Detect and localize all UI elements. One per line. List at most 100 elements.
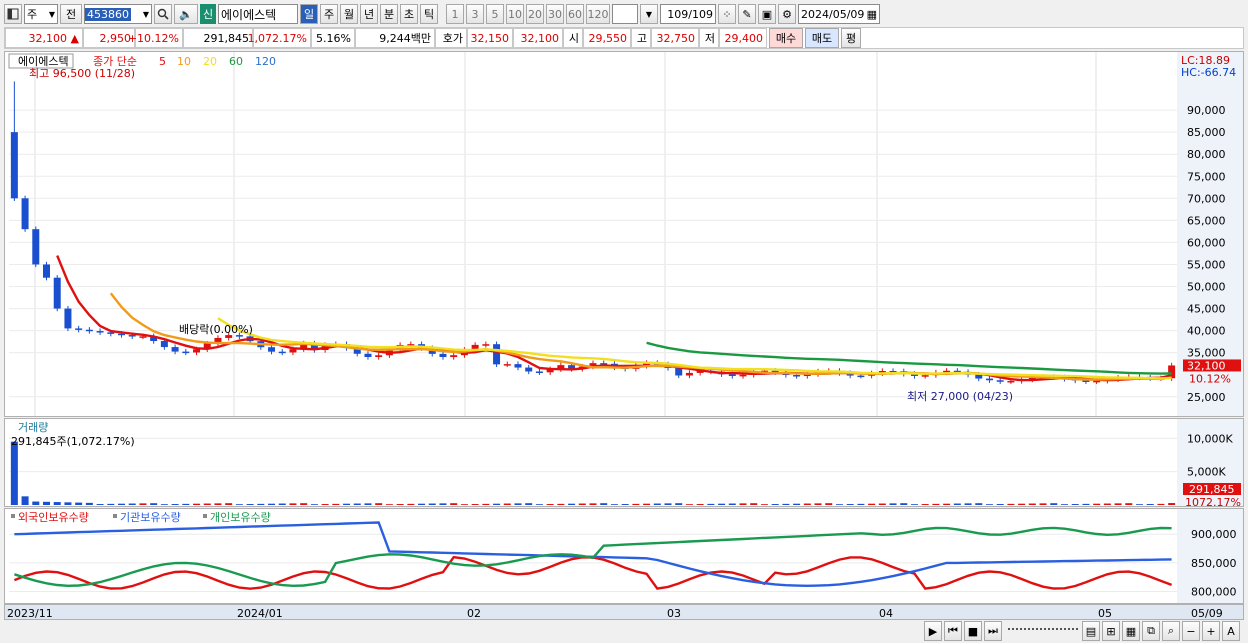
code-input[interactable]: 453860 ▼ bbox=[84, 4, 152, 24]
holdings-legend-0: 외국인보유수량 bbox=[18, 511, 89, 524]
volume-bar bbox=[889, 503, 897, 505]
layout-icon[interactable]: ▤ bbox=[1082, 621, 1100, 641]
new-badge: 신 bbox=[200, 4, 216, 24]
candle bbox=[482, 344, 490, 346]
chevron-down-icon[interactable]: ▼ bbox=[640, 4, 658, 24]
minute-30[interactable]: 30 bbox=[546, 4, 564, 24]
x-label: 2023/11 bbox=[7, 607, 53, 620]
candle bbox=[996, 380, 1004, 382]
count-field[interactable]: 109/109 bbox=[660, 4, 716, 24]
draw-icon[interactable]: ✎ bbox=[738, 4, 756, 24]
rewind-icon[interactable]: ⏮ bbox=[944, 621, 962, 641]
volume-bar bbox=[321, 504, 329, 505]
scroll-right-icon[interactable]: ▶ bbox=[924, 621, 942, 641]
unit-1[interactable]: 주 bbox=[320, 4, 338, 24]
candle bbox=[171, 347, 179, 352]
minute-120[interactable]: 120 bbox=[586, 4, 610, 24]
volume-bar bbox=[718, 503, 726, 505]
minute-20[interactable]: 20 bbox=[526, 4, 544, 24]
window-icon[interactable] bbox=[4, 4, 22, 24]
candle bbox=[535, 371, 543, 373]
y-tick-label: 75,000 bbox=[1187, 170, 1226, 183]
minute-3[interactable]: 3 bbox=[466, 4, 484, 24]
unit-6[interactable]: 틱 bbox=[420, 4, 438, 24]
volume-bar bbox=[64, 502, 72, 505]
candle bbox=[32, 229, 40, 265]
volume-bar bbox=[632, 503, 640, 505]
dots-icon[interactable]: ⁘ bbox=[718, 4, 736, 24]
volume-bar bbox=[600, 503, 608, 505]
ma-legend-5: 5 bbox=[159, 55, 166, 68]
volume-chart[interactable]: 10,000K 5,000K 거래량291,845주(1,072.17%) 291,8… bbox=[5, 419, 1244, 507]
volume-bar bbox=[493, 503, 501, 505]
candle bbox=[118, 333, 126, 336]
volume-bar bbox=[43, 501, 51, 505]
crosshair-icon[interactable]: ⊞ bbox=[1102, 621, 1120, 641]
speaker-icon[interactable]: 🔈 bbox=[174, 4, 198, 24]
grid-icon[interactable]: ▦ bbox=[1122, 621, 1140, 641]
candle bbox=[289, 349, 297, 353]
minute-60[interactable]: 60 bbox=[566, 4, 584, 24]
calendar-icon: ▦ bbox=[866, 7, 877, 21]
volume-bar bbox=[107, 503, 115, 505]
y-tick-label: 55,000 bbox=[1187, 258, 1226, 271]
low-value: 29,400 bbox=[719, 28, 767, 48]
unit-4[interactable]: 분 bbox=[380, 4, 398, 24]
volume-bar bbox=[1018, 503, 1026, 505]
volume-bar bbox=[589, 503, 597, 505]
sell-button[interactable]: 매도 bbox=[805, 28, 839, 48]
plus-icon[interactable]: + bbox=[1202, 621, 1220, 641]
save-icon[interactable]: ▣ bbox=[758, 4, 776, 24]
volume-bar bbox=[343, 503, 351, 505]
volume-bar bbox=[1093, 503, 1101, 505]
volume-panel: 10,000K 5,000K 거래량 291,845주(1,072.17%) 291,8… bbox=[4, 418, 1244, 507]
y-tick-label: 70,000 bbox=[1187, 192, 1226, 205]
eval-button[interactable]: 평 bbox=[841, 28, 861, 48]
ma-legend-10: 10 bbox=[177, 55, 191, 68]
holdings-legend-2: 개인보유수량 bbox=[210, 511, 271, 524]
volume-bar bbox=[482, 503, 490, 505]
x-label: 05 bbox=[1098, 607, 1112, 620]
volume-bar bbox=[1039, 503, 1047, 505]
stock-name-field[interactable]: 에이에스텍 bbox=[218, 4, 298, 24]
minute-10[interactable]: 10 bbox=[506, 4, 524, 24]
minute-5[interactable]: 5 bbox=[486, 4, 504, 24]
turnover-value: 5.16% bbox=[311, 28, 355, 48]
x-axis: 2023/11 2024/01 02 03 04 05 05/09 bbox=[4, 604, 1244, 620]
volume-bar bbox=[900, 503, 908, 505]
holdings-chart[interactable]: 900,000 850,000 800,000 외국인보유수량 기관보유수량 개인보유수량 bbox=[5, 509, 1244, 604]
unit-5[interactable]: 초 bbox=[400, 4, 418, 24]
minus-icon[interactable]: − bbox=[1182, 621, 1200, 641]
volume-bar bbox=[739, 503, 747, 505]
zoom-icon[interactable]: ⌕ bbox=[1162, 621, 1180, 641]
volume-bar bbox=[643, 503, 651, 505]
y-tick-label: 40,000 bbox=[1187, 325, 1226, 338]
quote-bar: 32,100 ▲ 2,950 +10.12% 291,845 1,072.17%… bbox=[4, 27, 1244, 49]
prev-button[interactable]: 전 bbox=[60, 4, 82, 24]
date-field[interactable]: 2024/05/09 ▦ bbox=[798, 4, 880, 24]
ma-legend-60: 60 bbox=[229, 55, 243, 68]
scroll-slider[interactable] bbox=[1008, 628, 1078, 634]
unit-3[interactable]: 년 bbox=[360, 4, 378, 24]
font-size-icon[interactable]: A bbox=[1222, 621, 1240, 641]
volume-bar bbox=[257, 503, 265, 505]
volume-value-label: 291,845주(1,072.17%) bbox=[11, 435, 135, 448]
period-select[interactable]: 주 ▼ bbox=[24, 4, 58, 24]
buy-button[interactable]: 매수 bbox=[769, 28, 803, 48]
holdings-panel: 900,000 850,000 800,000 외국인보유수량 기관보유수량 개인보유수량 bbox=[4, 508, 1244, 604]
search-icon[interactable] bbox=[154, 4, 172, 24]
unit-0[interactable]: 일 bbox=[300, 4, 318, 24]
forward-icon[interactable]: ⏭ bbox=[984, 621, 1002, 641]
volume-bar bbox=[128, 503, 136, 505]
gear-icon[interactable]: ⚙ bbox=[778, 4, 796, 24]
y-tick-label: 25,000 bbox=[1187, 391, 1226, 404]
interval-input[interactable] bbox=[612, 4, 638, 24]
ask-label: 호가 bbox=[435, 28, 467, 48]
minute-1[interactable]: 1 bbox=[446, 4, 464, 24]
x-label: 04 bbox=[879, 607, 893, 620]
unit-2[interactable]: 월 bbox=[340, 4, 358, 24]
price-chart[interactable]: 90,000 85,000 80,000 75,000 70,000 65,000 60,0… bbox=[5, 52, 1244, 417]
stop-icon[interactable]: ■ bbox=[964, 621, 982, 641]
candle bbox=[503, 364, 511, 366]
compare-icon[interactable]: ⧉ bbox=[1142, 621, 1160, 641]
